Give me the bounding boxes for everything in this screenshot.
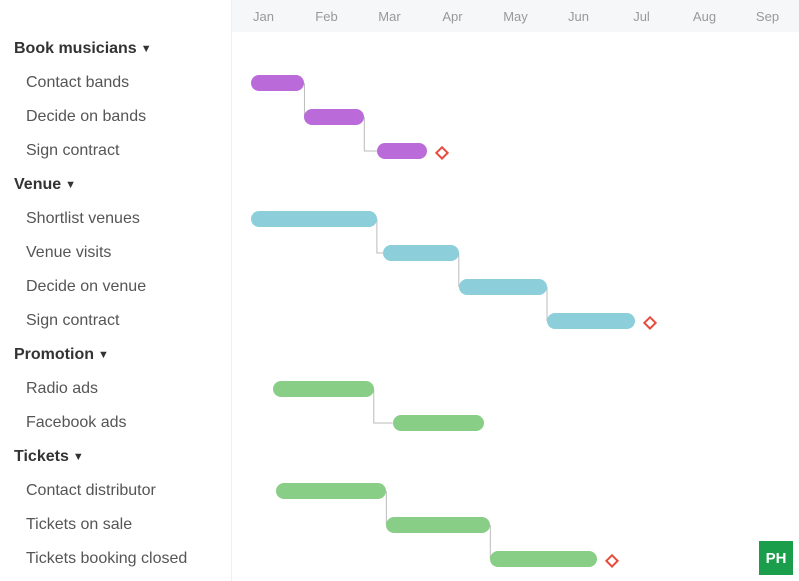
month-label: Apr — [442, 9, 462, 24]
task-label[interactable]: Sign contract — [14, 304, 231, 338]
group-label: Venue — [14, 176, 61, 194]
task-label[interactable]: Facebook ads — [14, 406, 231, 440]
gantt-bar[interactable] — [377, 143, 427, 159]
caret-down-icon: ▼ — [98, 349, 109, 361]
month-label: Jul — [633, 9, 650, 24]
caret-down-icon: ▼ — [73, 451, 84, 463]
task-label[interactable]: Contact distributor — [14, 474, 231, 508]
month-label: Aug — [693, 9, 716, 24]
task-label[interactable]: Tickets booking closed — [14, 542, 231, 576]
group-header[interactable]: Book musicians ▼ — [14, 32, 231, 66]
group-label: Tickets — [14, 448, 69, 466]
gantt-bar[interactable] — [386, 517, 490, 533]
gantt-bar[interactable] — [273, 381, 374, 397]
task-label[interactable]: Tickets on sale — [14, 508, 231, 542]
task-label[interactable]: Venue visits — [14, 236, 231, 270]
gantt-bar[interactable] — [490, 551, 597, 567]
task-label[interactable]: Sign contract — [14, 134, 231, 168]
month-label: Feb — [315, 9, 337, 24]
group-header[interactable]: Tickets ▼ — [14, 440, 231, 474]
gantt-bar[interactable] — [251, 75, 305, 91]
milestone-icon — [605, 554, 619, 568]
month-label: Sep — [756, 9, 779, 24]
group-header[interactable]: Promotion ▼ — [14, 338, 231, 372]
milestone-icon — [435, 146, 449, 160]
gantt-bar[interactable] — [383, 245, 459, 261]
group-label: Promotion — [14, 346, 94, 364]
ph-badge: PH — [759, 541, 793, 575]
group-label: Book musicians — [14, 40, 137, 58]
task-label[interactable]: Radio ads — [14, 372, 231, 406]
task-label[interactable]: Shortlist venues — [14, 202, 231, 236]
task-label[interactable]: Decide on bands — [14, 100, 231, 134]
month-label: May — [503, 9, 528, 24]
gantt-bar[interactable] — [304, 109, 364, 125]
month-label: Mar — [378, 9, 400, 24]
dependency-connector — [374, 389, 393, 423]
month-label: Jan — [253, 9, 274, 24]
month-label: Jun — [568, 9, 589, 24]
caret-down-icon: ▼ — [141, 43, 152, 55]
gantt-bar[interactable] — [276, 483, 386, 499]
month-header: Jan Feb Mar Apr May Jun Jul Aug Sep — [232, 0, 799, 32]
task-label[interactable]: Contact bands — [14, 66, 231, 100]
timeline-area: Jan Feb Mar Apr May Jun Jul Aug Sep — [232, 0, 799, 581]
dependency-connector — [364, 117, 377, 151]
dependency-connector — [377, 219, 383, 253]
milestone-icon — [643, 316, 657, 330]
gantt-bar[interactable] — [251, 211, 377, 227]
gantt-bar[interactable] — [547, 313, 635, 329]
caret-down-icon: ▼ — [65, 179, 76, 191]
gantt-bar[interactable] — [393, 415, 484, 431]
gantt-bar[interactable] — [459, 279, 547, 295]
task-sidebar: Book musicians ▼ Contact bandsDecide on ba… — [0, 0, 232, 581]
task-label[interactable]: Decide on venue — [14, 270, 231, 304]
group-header[interactable]: Venue ▼ — [14, 168, 231, 202]
gantt-chart — [232, 32, 799, 581]
